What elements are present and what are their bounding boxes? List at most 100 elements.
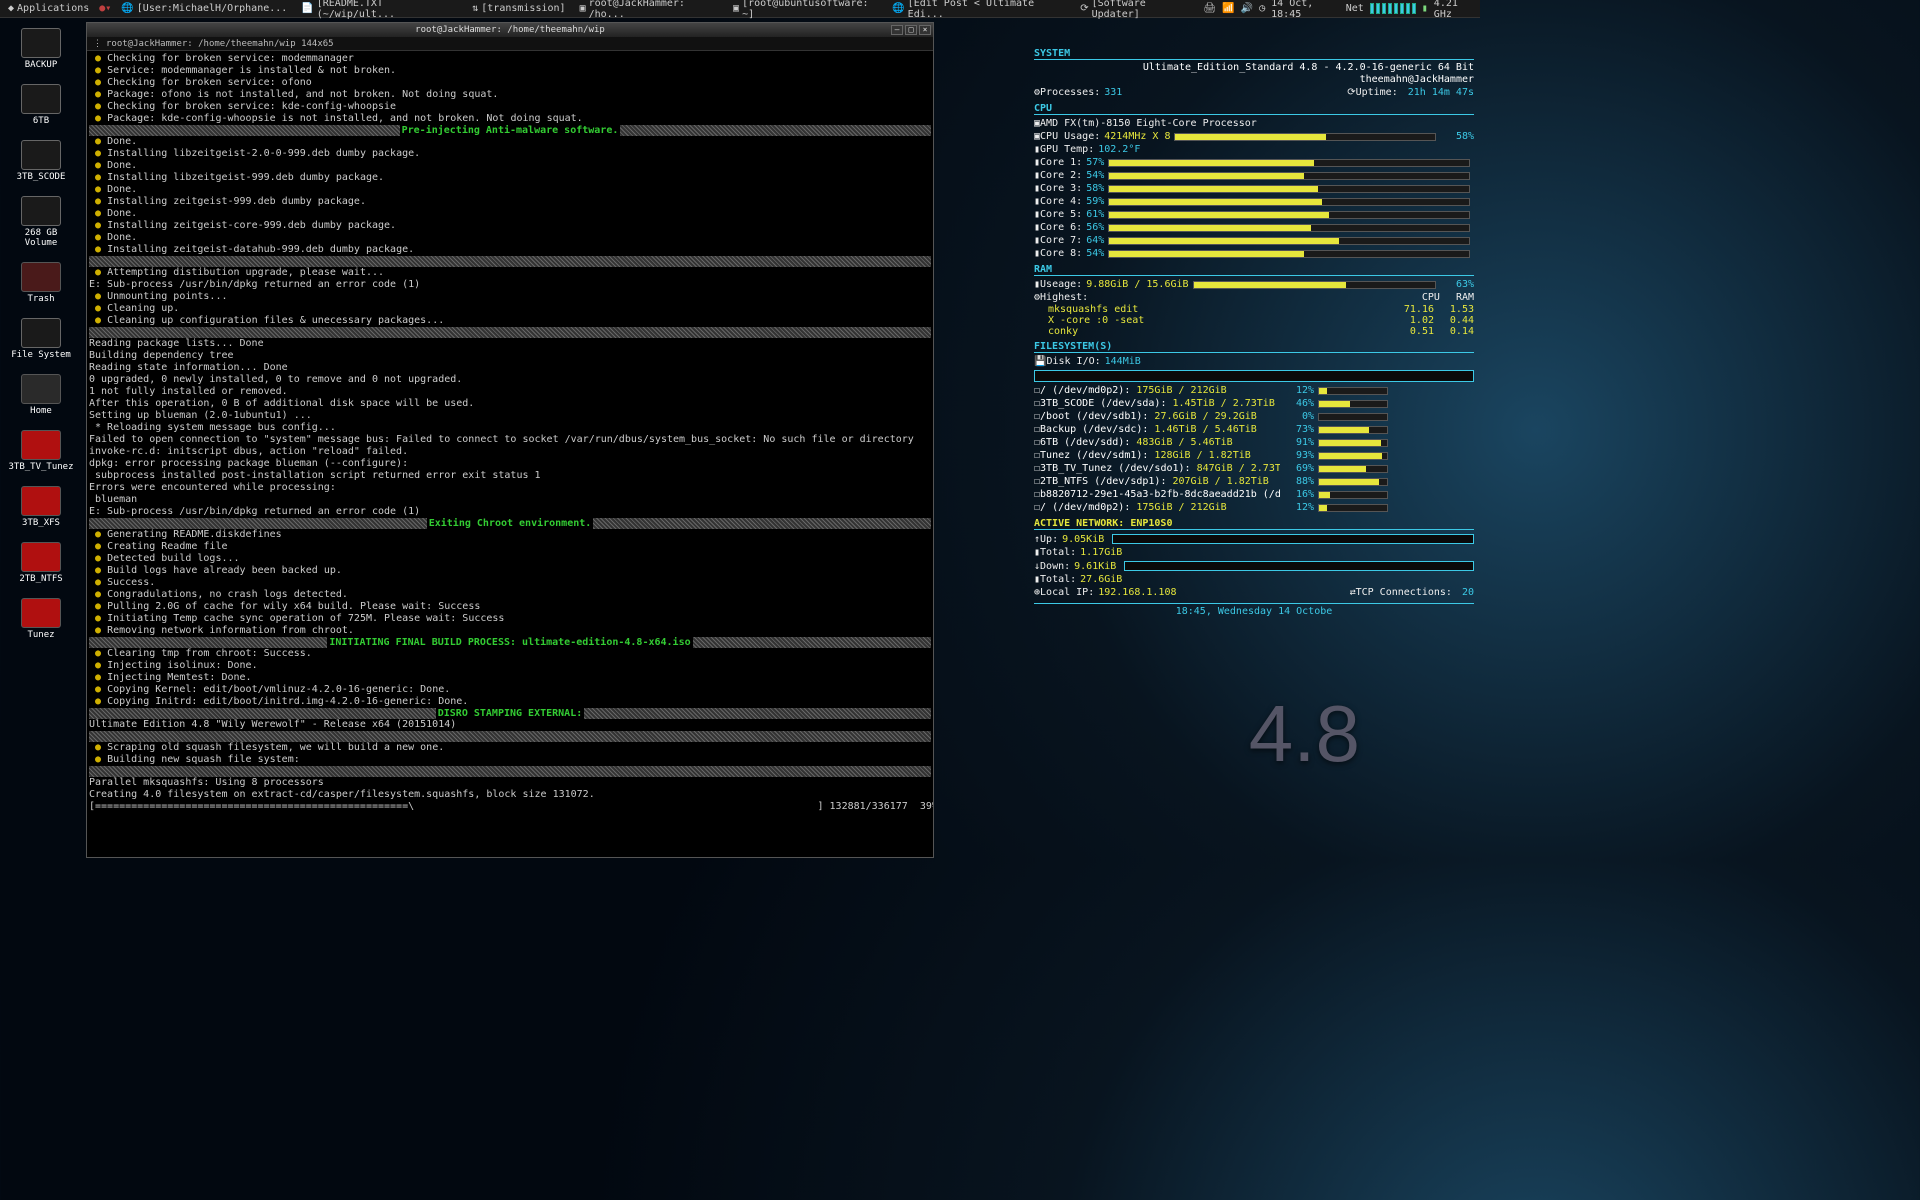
desktop-icon[interactable]: File System [6,318,76,360]
terminal-line: ● Pulling 2.0G of cache for wily x64 bui… [89,601,931,613]
drive-icon [21,140,61,170]
conky-panel: SYSTEM Ultimate_Edition_Standard 4.8 - 4… [1034,44,1474,617]
drive-icon [21,542,61,572]
terminal-line: ● Creating Readme file [89,541,931,553]
section-fs: FILESYSTEM(s) [1034,341,1474,353]
terminal-body[interactable]: ● Checking for broken service: modemmana… [87,51,933,857]
processes-count: 331 [1104,86,1122,99]
titlebar[interactable]: root@JackHammer: /home/theemahn/wip – □ … [87,23,933,37]
terminal-line: subprocess installed post-installation s… [89,470,931,482]
terminal-line: E: Sub-process /usr/bin/dpkg returned an… [89,279,931,291]
terminal-line: ● Detected build logs... [89,553,931,565]
terminal-line: ● Installing zeitgeist-999.deb dumby pac… [89,196,931,208]
terminal-line: dpkg: error processing package blueman (… [89,458,931,470]
terminal-line: Errors were encountered while processing… [89,482,931,494]
disk-graph [1034,370,1474,382]
terminal-line: Exiting Chroot environment. [89,518,931,529]
terminal-line: ● Initiating Temp cache sync operation o… [89,613,931,625]
terminal-line: ● Done. [89,136,931,148]
conky-datetime: 18:45, Wednesday 14 Octobe [1034,603,1474,617]
terminal-line [89,256,931,267]
drive-icon [21,318,61,348]
terminal-line: ● Removing network information from chro… [89,625,931,637]
terminal-line: * Reloading system message bus config... [89,422,931,434]
terminal-line: ● Copying Initrd: edit/boot/initrd.img-4… [89,696,931,708]
terminal-line: ● Checking for broken service: modemmana… [89,53,931,65]
desktop-icon[interactable]: 268 GB Volume [6,196,76,248]
task-0[interactable]: 🌐[User:MichaelH/Orphane... [117,2,291,15]
terminal-line: Parallel mksquashfs: Using 8 processors [89,777,931,789]
desktop-icon[interactable]: 3TB_SCODE [6,140,76,182]
terminal-window[interactable]: root@JackHammer: /home/theemahn/wip – □ … [86,22,934,858]
terminal-line: ● Installing libzeitgeist-2.0-0-999.deb … [89,148,931,160]
desktop-icon[interactable]: 2TB_NTFS [6,542,76,584]
local-ip: 192.168.1.108 [1098,586,1176,599]
cpu-name: AMD FX(tm)-8150 Eight-Core Processor [1040,117,1257,130]
terminal-line: [=======================================… [89,801,931,813]
terminal-line: After this operation, 0 B of additional … [89,398,931,410]
terminal-line: Reading package lists... Done [89,338,931,350]
desktop-icon[interactable]: 3TB_TV_Tunez [6,430,76,472]
terminal-line: ● Done. [89,232,931,244]
tab-grip-icon: ⋮ [93,39,102,49]
drive-icon [21,486,61,516]
maximize-button[interactable]: □ [905,25,917,35]
terminal-line: Reading state information... Done [89,362,931,374]
core-row: ▮Core 6: 56% [1034,221,1474,234]
desktop-icon[interactable]: BACKUP [6,28,76,70]
terminal-line: ● Cleaning up configuration files & unec… [89,315,931,327]
proc-row: mksquashfs edit71.161.53 [1034,304,1474,315]
proc-row: X -core :0 -seat1.020.44 [1034,315,1474,326]
desktop-icon[interactable]: Tunez [6,598,76,640]
desktop-icon[interactable]: 3TB_XFS [6,486,76,528]
drive-icon [21,598,61,628]
proc-row: conky0.510.14 [1034,326,1474,337]
fs-row: ☐/boot (/dev/sdb1): 27.6GiB / 29.2GiB0% [1034,410,1474,423]
taskbar: ◆ Applications ●▾ 🌐[User:MichaelH/Orphan… [0,0,1480,18]
minimize-button[interactable]: – [891,25,903,35]
terminal-line: ● Cleaning up. [89,303,931,315]
terminal-line: ● Build logs have already been backed up… [89,565,931,577]
core-row: ▮Core 8: 54% [1034,247,1474,260]
terminal-line: Pre-injecting Anti-malware software. [89,125,931,136]
tray-dot[interactable]: ●▾ [99,3,111,14]
terminal-line: ● Scraping old squash filesystem, we wil… [89,742,931,754]
fs-row: ☐3TB_TV_Tunez (/dev/sdo1): 847GiB / 2.73… [1034,462,1474,475]
applications-menu[interactable]: ◆ Applications [4,2,93,15]
section-ram: RAM [1034,264,1474,276]
fs-row: ☐2TB_NTFS (/dev/sdp1): 207GiB / 1.82TiB8… [1034,475,1474,488]
terminal-line: ● Service: modemmanager is installed & n… [89,65,931,77]
terminal-line: Ultimate Edition 4.8 "Wily Werewolf" - R… [89,719,931,731]
terminal-line [89,731,931,742]
fs-row: ☐6TB (/dev/sdd): 483GiB / 5.46TiB91% [1034,436,1474,449]
terminal-line: E: Sub-process /usr/bin/dpkg returned an… [89,506,931,518]
task-2[interactable]: ⇅[transmission] [468,2,569,15]
terminal-line: ● Copying Kernel: edit/boot/vmlinuz-4.2.… [89,684,931,696]
desktop-icon[interactable]: Trash [6,262,76,304]
terminal-line: 1 not fully installed or removed. [89,386,931,398]
section-net: ACTIVE NETWORK: enp10s0 [1034,518,1474,530]
close-button[interactable]: × [919,25,931,35]
clock[interactable]: 14 Oct, 18:45 [1271,0,1340,20]
desktop-icon[interactable]: Home [6,374,76,416]
terminal-line [89,766,931,777]
tray-wifi-icon[interactable]: 📶 [1222,3,1234,14]
tray-volume-icon[interactable]: 🔊 [1241,3,1253,14]
desktop-icon[interactable]: 6TB [6,84,76,126]
terminal-tab[interactable]: ⋮ root@JackHammer: /home/theemahn/wip 14… [87,37,933,51]
terminal-line: DISRO STAMPING EXTERNAL: [89,708,931,719]
tray-status-icon[interactable]: ◷ [1259,3,1265,14]
core-row: ▮Core 4: 59% [1034,195,1474,208]
apps-icon: ◆ [8,3,14,14]
disk-io: 144MiB [1105,355,1141,368]
terminal-line: Building dependency tree [89,350,931,362]
terminal-line: Failed to open connection to "system" me… [89,434,931,446]
cpu-ghz: 4.21 GHz [1434,0,1476,20]
tray-print-icon[interactable]: 🖨 [1204,3,1217,14]
drive-icon [21,196,61,226]
drive-icon [21,28,61,58]
terminal-line: 0 upgraded, 0 newly installed, 0 to remo… [89,374,931,386]
desktop-icons: BACKUP 6TB 3TB_SCODE 268 GB Volume Trash File… [6,28,76,640]
fs-row: ☐Tunez (/dev/sdm1): 128GiB / 1.82TiB93% [1034,449,1474,462]
sys-user: theemahn@JackHammer [1034,74,1474,86]
